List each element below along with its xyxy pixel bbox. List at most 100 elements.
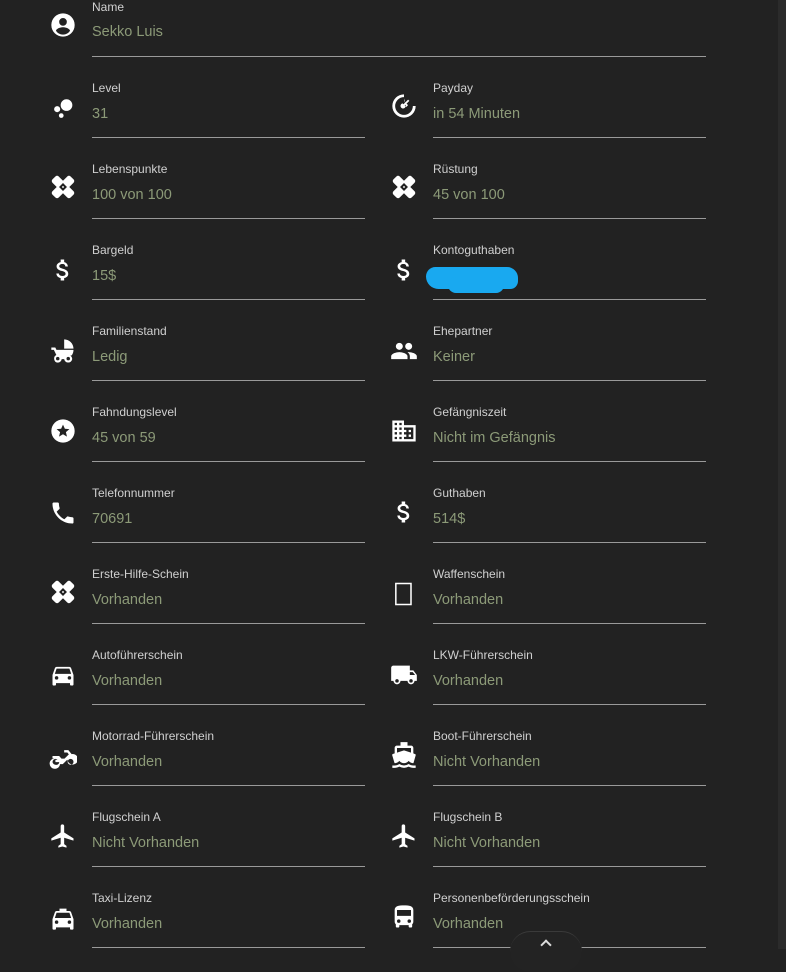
field-underline: [92, 704, 365, 705]
field-flug-a: Flugschein A Nicht Vorhanden: [48, 810, 365, 891]
airplane-icon: [389, 821, 419, 851]
field-value: Vorhanden: [92, 754, 163, 770]
field-boot: Boot-Führerschein Nicht Vorhanden: [389, 729, 706, 810]
field-value: Vorhanden: [433, 916, 504, 932]
bandage-icon: [48, 172, 78, 202]
field-label: Flugschein B: [433, 810, 503, 824]
field-label: Lebenspunkte: [92, 162, 168, 176]
field-label: Waffenschein: [433, 567, 506, 581]
airplane-icon: [48, 821, 78, 851]
taxi-icon: [48, 903, 78, 933]
field-gefaengniszeit: Gefängniszeit Nicht im Gefängnis: [389, 405, 706, 486]
field-ruestung: Rüstung 45 von 100: [389, 162, 706, 243]
dollar-icon: [389, 255, 419, 285]
field-flug-b: Flugschein B Nicht Vorhanden: [389, 810, 706, 891]
motorcycle-icon: [48, 741, 78, 771]
field-motorrad: Motorrad-Führerschein Vorhanden: [48, 729, 365, 810]
field-underline: [433, 623, 706, 624]
field-value: Nicht Vorhanden: [433, 835, 541, 851]
field-label: Payday: [433, 81, 474, 95]
field-underline: [92, 137, 365, 138]
field-value: 15$: [92, 268, 117, 284]
field-underline: [433, 866, 706, 867]
field-underline: [433, 299, 706, 300]
field-label: Guthaben: [433, 486, 486, 500]
field-label: Taxi-Lizenz: [92, 891, 153, 905]
field-underline: [92, 218, 365, 219]
field-name: Name Sekko Luis: [48, 0, 706, 75]
bandage-icon: [389, 172, 419, 202]
car-icon: [48, 660, 78, 690]
field-label: Flugschein A: [92, 810, 161, 824]
field-payday: Payday in 54 Minuten: [389, 81, 706, 162]
field-underline: [433, 542, 706, 543]
field-label: Bargeld: [92, 243, 134, 257]
account-circle-icon: [48, 10, 78, 40]
field-erste-hilfe: Erste-Hilfe-Schein Vorhanden: [48, 567, 365, 648]
field-label: Ehepartner: [433, 324, 493, 338]
bus-icon: [389, 902, 419, 932]
field-underline: [92, 461, 365, 462]
field-value: 100 von 100: [92, 187, 172, 203]
field-underline: [433, 218, 706, 219]
field-label: Name: [92, 0, 125, 14]
field-label: Kontoguthaben: [433, 243, 515, 257]
field-fahndungslevel: Fahndungslevel 45 von 59: [48, 405, 365, 486]
field-underline: [92, 623, 365, 624]
field-value: 45 von 59: [92, 430, 156, 446]
scroll-top-button[interactable]: [510, 931, 582, 972]
field-autofuehrerschein: Autoführerschein Vorhanden: [48, 648, 365, 729]
field-underline: [433, 380, 706, 381]
missing-glyph-icon: [389, 579, 419, 609]
dollar-icon: [48, 255, 78, 285]
field-underline: [92, 947, 365, 948]
field-label: Familienstand: [92, 324, 167, 338]
field-underline: [433, 461, 706, 462]
dollar-icon: [389, 497, 419, 527]
field-kontoguthaben: Kontoguthaben: [389, 243, 706, 324]
field-bargeld: Bargeld 15$: [48, 243, 365, 324]
field-label: Fahndungslevel: [92, 405, 177, 419]
field-value: 70691: [92, 511, 133, 527]
ship-icon: [389, 740, 419, 770]
field-label: Gefängniszeit: [433, 405, 507, 419]
star-circle-icon: [48, 416, 78, 446]
field-underline: [92, 56, 706, 57]
field-value: 514$: [433, 511, 466, 527]
field-value: Keiner: [433, 349, 475, 365]
building-icon: [389, 416, 419, 446]
field-label: Telefonnummer: [92, 486, 175, 500]
people-icon: [389, 336, 419, 366]
field-value: Vorhanden: [92, 673, 163, 689]
field-value: Vorhanden: [92, 916, 163, 932]
field-telefonnummer: Telefonnummer 70691: [48, 486, 365, 567]
field-label: LKW-Führerschein: [433, 648, 533, 662]
scrollbar-track[interactable]: [778, 0, 786, 949]
field-label: Autoführerschein: [92, 648, 183, 662]
baby-carriage-icon: [48, 336, 78, 366]
field-value: Nicht im Gefängnis: [433, 430, 556, 446]
field-familienstand: Familienstand Ledig: [48, 324, 365, 405]
field-underline: [433, 704, 706, 705]
field-value: Nicht Vorhanden: [92, 835, 200, 851]
field-label: Personenbeförderungsschein: [433, 891, 590, 905]
field-value: Ledig: [92, 349, 128, 365]
field-underline: [92, 299, 365, 300]
field-guthaben: Guthaben 514$: [389, 486, 706, 567]
field-taxi: Taxi-Lizenz Vorhanden: [48, 891, 365, 972]
field-level: Level 31: [48, 81, 365, 162]
field-value: Vorhanden: [433, 592, 504, 608]
field-label: Erste-Hilfe-Schein: [92, 567, 189, 581]
field-waffenschein: Waffenschein Vorhanden: [389, 567, 706, 648]
field-value: Vorhanden: [92, 592, 163, 608]
field-label: Motorrad-Führerschein: [92, 729, 215, 743]
field-value: 31: [92, 106, 109, 122]
field-value: Nicht Vorhanden: [433, 754, 541, 770]
field-lkw: LKW-Führerschein Vorhanden: [389, 648, 706, 729]
field-underline: [92, 380, 365, 381]
field-label: Level: [92, 81, 121, 95]
field-underline: [92, 542, 365, 543]
field-value: 45 von 100: [433, 187, 505, 203]
phone-icon: [48, 498, 78, 528]
field-label: Boot-Führerschein: [433, 729, 532, 743]
